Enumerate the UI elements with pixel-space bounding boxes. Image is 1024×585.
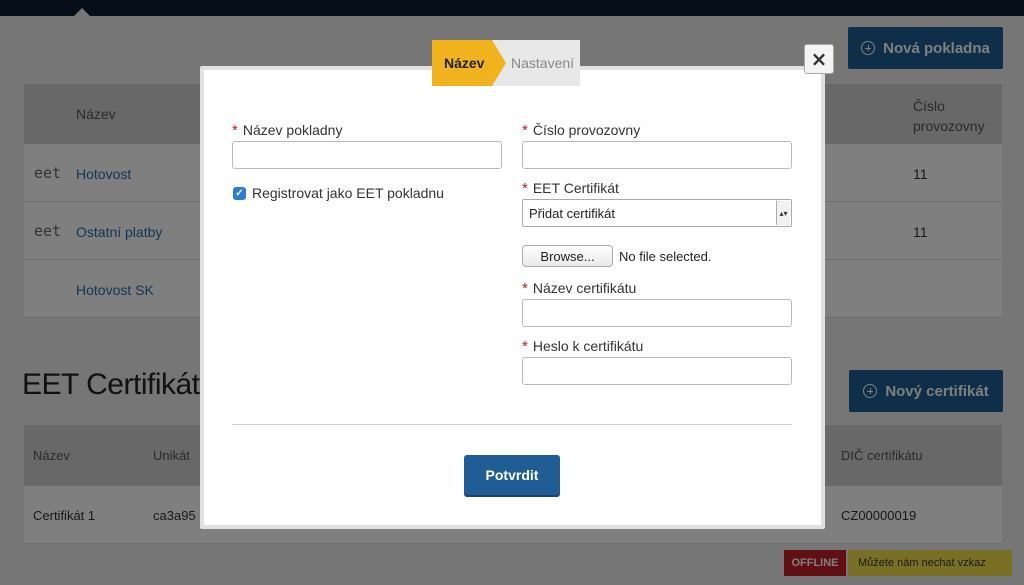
file-status-text: No file selected.	[619, 249, 712, 264]
browse-button[interactable]: Browse...	[522, 245, 613, 267]
certificate-name-input[interactable]	[522, 299, 792, 327]
establishment-label: * Číslo provozovny	[522, 122, 641, 139]
eet-certificate-label: * EET Certifikát	[522, 180, 619, 197]
certificate-password-input[interactable]	[522, 357, 792, 385]
register-name-input[interactable]	[232, 141, 502, 169]
required-marker: *	[522, 338, 528, 355]
certificate-name-label: * Název certifikátu	[522, 280, 637, 297]
required-marker: *	[232, 122, 238, 139]
establishment-input[interactable]	[522, 141, 792, 169]
required-marker: *	[522, 122, 528, 139]
eet-register-checkbox-label[interactable]: Registrovat jako EET pokladnu	[252, 185, 444, 201]
eet-certificate-selected: Přidat certifikát	[529, 205, 615, 221]
modal-divider	[232, 424, 792, 425]
certificate-password-label: * Heslo k certifikátu	[522, 338, 644, 355]
confirm-button[interactable]: Potvrdit	[464, 455, 560, 497]
wizard-step-name-label: Název	[444, 55, 485, 71]
close-icon: ×	[810, 47, 828, 71]
select-arrows-icon: ▴▾	[776, 201, 790, 225]
register-name-label: * Název pokladny	[232, 122, 343, 139]
required-marker: *	[522, 180, 528, 197]
eet-register-checkbox[interactable]: ✓	[233, 187, 246, 200]
eet-certificate-select[interactable]: Přidat certifikát ▴▾	[522, 199, 792, 227]
wizard-step-settings-label: Nastavení	[511, 55, 575, 71]
wizard-step-name[interactable]: Název	[432, 40, 506, 86]
checkmark-icon: ✓	[235, 188, 244, 199]
required-marker: *	[522, 280, 528, 297]
close-button[interactable]: ×	[804, 44, 834, 74]
